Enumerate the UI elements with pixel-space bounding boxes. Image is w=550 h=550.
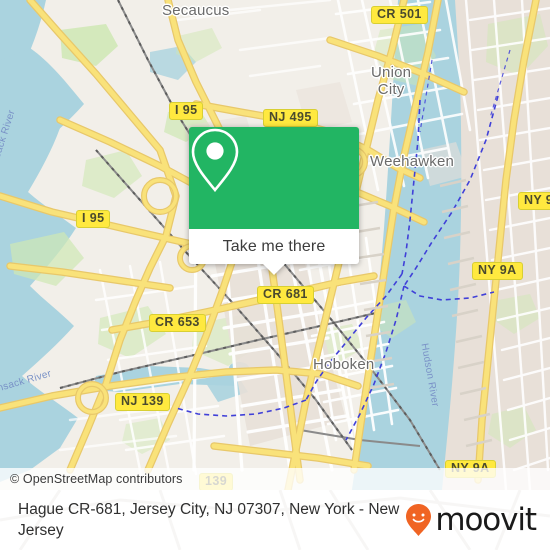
take-me-there-label: Take me there (222, 237, 326, 255)
moovit-pin-smiley-icon (406, 504, 432, 536)
take-me-there-callout[interactable]: Take me there (189, 127, 359, 275)
callout-footer[interactable]: Take me there (189, 229, 359, 275)
location-address: Hague CR-681, Jersey City, NJ 07307, New… (18, 501, 400, 539)
osm-attribution-text: © OpenStreetMap contributors (10, 472, 183, 486)
callout-tail (263, 264, 285, 275)
moovit-wordmark: moovit (435, 501, 537, 538)
moovit-logo[interactable]: moovit (405, 501, 537, 538)
osm-attribution[interactable]: © OpenStreetMap contributors (0, 468, 550, 490)
map-canvas[interactable]: .wtr{fill:#aad3df} .prk{fill:#cfe8b4} .i… (0, 0, 550, 490)
map-pin-icon (191, 128, 239, 193)
callout-header (189, 127, 359, 229)
footer-bar: Hague CR-681, Jersey City, NJ 07307, New… (0, 490, 550, 550)
map-screenshot: .wtr{fill:#aad3df} .prk{fill:#cfe8b4} .i… (0, 0, 550, 550)
